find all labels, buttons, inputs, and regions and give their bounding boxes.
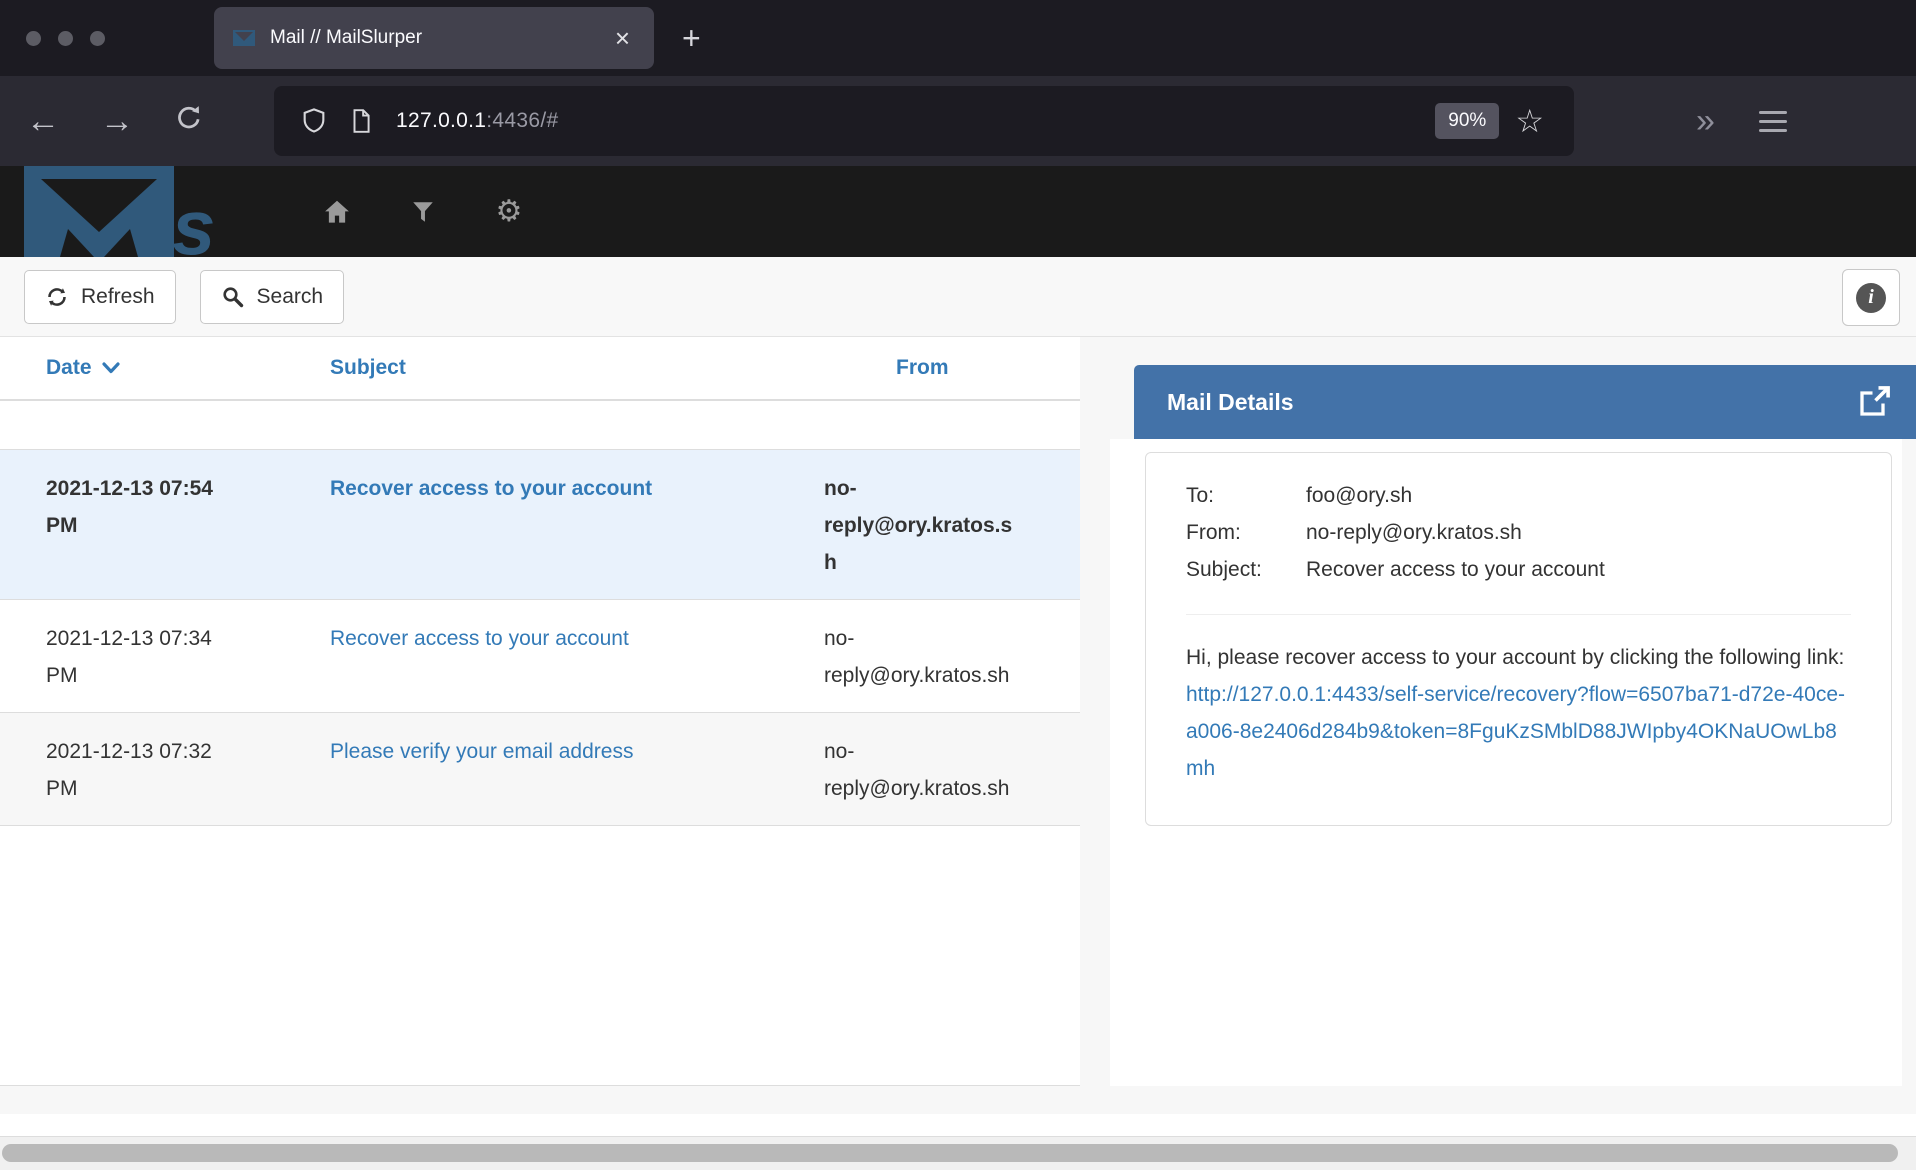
- mail-body-text: Hi, please recover access to your accoun…: [1186, 646, 1844, 669]
- info-button[interactable]: i: [1842, 269, 1900, 326]
- reload-icon[interactable]: [166, 103, 212, 139]
- mail-details-title: Mail Details: [1167, 389, 1294, 416]
- mail-details-body: To:foo@ory.sh From:no-reply@ory.kratos.s…: [1110, 439, 1902, 1086]
- mail-row[interactable]: 2021-12-13 07:32 PM Please verify your e…: [0, 712, 1080, 826]
- hamburger-menu-icon[interactable]: [1759, 111, 1787, 132]
- svg-text:s: s: [172, 183, 215, 257]
- to-label: To:: [1186, 477, 1306, 514]
- main-content: Date Subject From 2021-12-13 07:54 PM Re…: [0, 337, 1916, 1114]
- mail-body: Hi, please recover access to your accoun…: [1186, 639, 1851, 787]
- zoom-level-badge[interactable]: 90%: [1435, 103, 1499, 139]
- from-value: no-reply@ory.kratos.sh: [1306, 514, 1522, 551]
- info-icon: i: [1856, 283, 1886, 313]
- horizontal-scrollbar[interactable]: [0, 1136, 1916, 1170]
- mail-from: no-reply@ory.kratos.sh: [824, 620, 1020, 694]
- recovery-link[interactable]: http://127.0.0.1:4433/self-service/recov…: [1186, 683, 1845, 780]
- mail-list: Date Subject From 2021-12-13 07:54 PM Re…: [0, 337, 1080, 1086]
- close-tab-icon[interactable]: ×: [609, 23, 636, 54]
- new-tab-button[interactable]: +: [682, 20, 701, 57]
- browser-tab[interactable]: Mail // MailSlurper ×: [214, 7, 654, 69]
- column-header-from[interactable]: From: [778, 356, 1080, 380]
- table-spacer: [0, 401, 1080, 449]
- mail-subject-link[interactable]: Recover access to your account: [330, 477, 652, 500]
- subject-value: Recover access to your account: [1306, 551, 1605, 588]
- scrollbar-thumb[interactable]: [2, 1144, 1898, 1162]
- settings-gear-icon[interactable]: ⚙: [492, 197, 526, 227]
- browser-window: Mail // MailSlurper × + ← → 127.0.0.1:44…: [0, 0, 1916, 1170]
- refresh-label: Refresh: [81, 285, 155, 309]
- app-toolbar: Refresh Search i: [0, 257, 1916, 337]
- mailslurper-logo: s: [24, 166, 264, 257]
- search-icon: [221, 285, 245, 309]
- mail-subject-link[interactable]: Please verify your email address: [330, 740, 633, 763]
- url-bar[interactable]: 127.0.0.1:4436/# 90% ☆: [274, 86, 1574, 156]
- tab-title: Mail // MailSlurper: [270, 27, 609, 49]
- mail-date: 2021-12-13 07:34 PM: [46, 620, 221, 694]
- browser-tab-strip: Mail // MailSlurper × +: [0, 0, 1916, 76]
- bottom-gap: [0, 1114, 1916, 1136]
- url-port-path: :4436/#: [486, 109, 558, 132]
- column-header-subject[interactable]: Subject: [284, 356, 778, 380]
- back-icon[interactable]: ←: [20, 104, 66, 138]
- url-text[interactable]: 127.0.0.1:4436/#: [396, 109, 558, 133]
- mail-from: no-reply@ory.kratos.sh: [824, 733, 1020, 807]
- mail-list-header: Date Subject From: [0, 337, 1080, 401]
- mailslurper-header: s ⚙: [0, 166, 1916, 257]
- from-label: From:: [1186, 514, 1306, 551]
- mail-date: 2021-12-13 07:54 PM: [46, 470, 221, 544]
- search-label: Search: [257, 285, 324, 309]
- mail-row[interactable]: 2021-12-13 07:34 PM Recover access to yo…: [0, 599, 1080, 712]
- mail-details-header: Mail Details: [1134, 365, 1916, 439]
- mail-from: no-reply@ory.kratos.sh: [824, 470, 1020, 581]
- mail-date: 2021-12-13 07:32 PM: [46, 733, 221, 807]
- refresh-icon: [45, 285, 69, 309]
- bookmark-star-icon[interactable]: ☆: [1515, 102, 1544, 140]
- page-icon[interactable]: [348, 106, 374, 136]
- filter-icon[interactable]: [406, 199, 440, 225]
- open-external-icon[interactable]: [1856, 384, 1892, 420]
- subject-label: Subject:: [1186, 551, 1306, 588]
- search-button[interactable]: Search: [200, 270, 345, 324]
- mail-details-panel: Mail Details To:foo@ory.sh From:no-reply…: [1110, 337, 1916, 1086]
- sort-descending-icon: [102, 362, 120, 374]
- refresh-button[interactable]: Refresh: [24, 270, 176, 324]
- mail-row[interactable]: 2021-12-13 07:54 PM Recover access to yo…: [0, 449, 1080, 599]
- column-header-date[interactable]: Date: [0, 356, 284, 380]
- to-value: foo@ory.sh: [1306, 477, 1412, 514]
- toolbar-overflow-icon[interactable]: »: [1696, 102, 1711, 141]
- url-host: 127.0.0.1: [396, 109, 486, 132]
- card-divider: [1186, 614, 1851, 615]
- mailslurper-favicon: [232, 26, 256, 50]
- mail-card: To:foo@ory.sh From:no-reply@ory.kratos.s…: [1145, 452, 1892, 826]
- forward-icon[interactable]: →: [94, 104, 140, 138]
- mail-rows: 2021-12-13 07:54 PM Recover access to yo…: [0, 449, 1080, 826]
- browser-navbar: ← → 127.0.0.1:4436/# 90% ☆ »: [0, 76, 1916, 166]
- home-icon[interactable]: [320, 197, 354, 227]
- window-controls[interactable]: [0, 31, 214, 46]
- app-nav-icons: ⚙: [320, 166, 526, 257]
- mail-subject-link[interactable]: Recover access to your account: [330, 627, 629, 650]
- shield-icon[interactable]: [300, 106, 328, 136]
